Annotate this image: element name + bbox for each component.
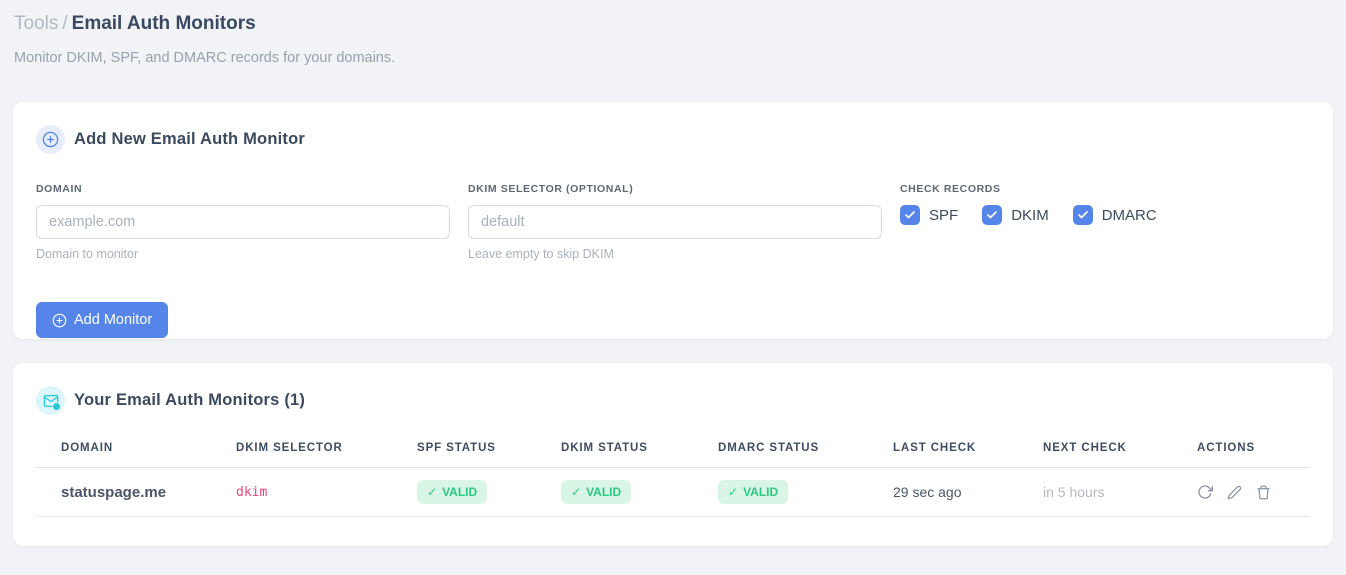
plus-circle-icon bbox=[52, 313, 67, 328]
monitors-table: DOMAIN DKIM SELECTOR SPF STATUS DKIM STA… bbox=[36, 432, 1310, 517]
checkbox-dmarc[interactable]: DMARC bbox=[1072, 205, 1157, 225]
delete-button[interactable] bbox=[1256, 485, 1271, 500]
dkim-status-badge: ✓ VALID bbox=[561, 480, 632, 504]
domain-input[interactable] bbox=[36, 205, 450, 239]
spf-status-text: VALID bbox=[442, 485, 478, 499]
envelope-check-badge bbox=[52, 402, 61, 411]
edit-pencil-icon bbox=[1227, 485, 1242, 499]
breadcrumb: Tools / Email Auth Monitors bbox=[14, 12, 1332, 36]
column-header-domain: DOMAIN bbox=[36, 432, 211, 468]
column-header-next-check: NEXT CHECK bbox=[1018, 432, 1172, 468]
monitors-list-card: Your Email Auth Monitors (1) DOMAIN DKIM… bbox=[13, 363, 1333, 546]
column-header-actions: ACTIONS bbox=[1172, 432, 1310, 468]
column-header-dmarc-status: DMARC STATUS bbox=[693, 432, 868, 468]
check-icon: ✓ bbox=[571, 485, 582, 499]
spf-checkbox-label: SPF bbox=[929, 206, 959, 224]
domain-field-label: DOMAIN bbox=[36, 183, 83, 195]
dmarc-checkbox-label: DMARC bbox=[1101, 206, 1157, 224]
trash-icon bbox=[1257, 485, 1270, 499]
plus-circle-icon bbox=[36, 125, 65, 154]
check-records-row: SPF DKIM DMARC bbox=[900, 205, 1157, 225]
edit-button[interactable] bbox=[1227, 485, 1242, 500]
add-monitor-card-header: Add New Email Auth Monitor bbox=[36, 125, 1310, 154]
monitor-actions bbox=[1197, 484, 1304, 500]
dkim-selector-field-label: DKIM SELECTOR (OPTIONAL) bbox=[468, 183, 634, 195]
check-icon: ✓ bbox=[427, 485, 438, 499]
checkbox-spf[interactable]: SPF bbox=[900, 205, 958, 225]
refresh-button[interactable] bbox=[1197, 484, 1213, 500]
email-auth-monitors-page: Tools / Email Auth Monitors Monitor DKIM, … bbox=[0, 0, 1346, 546]
check-icon: ✓ bbox=[728, 485, 739, 499]
add-monitor-button[interactable]: Add Monitor bbox=[36, 302, 169, 338]
spf-status-badge: ✓ VALID bbox=[417, 480, 488, 504]
check-records-label: CHECK RECORDS bbox=[900, 183, 1001, 195]
monitor-next-check: in 5 hours bbox=[1018, 467, 1172, 517]
dmarc-status-badge: ✓ VALID bbox=[718, 480, 789, 504]
domain-field-group: DOMAIN Domain to monitor bbox=[36, 183, 450, 261]
checkbox-dkim[interactable]: DKIM bbox=[982, 205, 1049, 225]
column-header-dkim-selector: DKIM SELECTOR bbox=[211, 432, 392, 468]
dkim-checkbox-label: DKIM bbox=[1011, 206, 1049, 224]
column-header-last-check: LAST CHECK bbox=[868, 432, 1018, 468]
monitor-dkim-selector: dkim bbox=[211, 467, 392, 517]
add-monitor-form: DOMAIN Domain to monitor DKIM SELECTOR (… bbox=[36, 183, 1310, 261]
table-header-row: DOMAIN DKIM SELECTOR SPF STATUS DKIM STA… bbox=[36, 432, 1310, 468]
column-header-spf-status: SPF STATUS bbox=[392, 432, 536, 468]
table-row: statuspage.me dkim ✓ VALID ✓ VALID ✓ VAL… bbox=[36, 467, 1310, 517]
monitor-domain: statuspage.me bbox=[36, 467, 211, 517]
monitor-last-check: 29 sec ago bbox=[868, 467, 1018, 517]
breadcrumb-tools-link[interactable]: Tools bbox=[14, 13, 58, 34]
dmarc-status-text: VALID bbox=[743, 485, 779, 499]
add-monitor-title: Add New Email Auth Monitor bbox=[74, 130, 305, 148]
breadcrumb-separator: / bbox=[62, 13, 68, 34]
page-subtitle: Monitor DKIM, SPF, and DMARC records for… bbox=[14, 50, 396, 66]
check-records-group: CHECK RECORDS SPF DKIM DMARC bbox=[900, 183, 1157, 261]
dkim-selector-input[interactable] bbox=[468, 205, 882, 239]
refresh-icon bbox=[1198, 485, 1213, 499]
dkim-selector-field-hint: Leave empty to skip DKIM bbox=[468, 247, 614, 261]
monitors-title: Your Email Auth Monitors (1) bbox=[74, 391, 306, 409]
add-monitor-button-label: Add Monitor bbox=[74, 312, 153, 328]
add-monitor-card: Add New Email Auth Monitor DOMAIN Domain… bbox=[13, 102, 1333, 339]
monitors-card-header: Your Email Auth Monitors (1) bbox=[36, 386, 1310, 415]
spf-checked-checkbox-icon[interactable] bbox=[900, 205, 920, 225]
dkim-checked-checkbox-icon[interactable] bbox=[982, 205, 1003, 225]
page-title: Email Auth Monitors bbox=[71, 13, 256, 34]
envelope-check-icon bbox=[36, 386, 65, 415]
dkim-status-text: VALID bbox=[586, 485, 622, 499]
page-header: Tools / Email Auth Monitors Monitor DKIM, … bbox=[13, 10, 1333, 66]
dkim-selector-field-group: DKIM SELECTOR (OPTIONAL) Leave empty to … bbox=[468, 183, 882, 261]
column-header-dkim-status: DKIM STATUS bbox=[536, 432, 693, 468]
domain-field-hint: Domain to monitor bbox=[36, 247, 139, 261]
dmarc-checked-checkbox-icon[interactable] bbox=[1072, 205, 1093, 225]
